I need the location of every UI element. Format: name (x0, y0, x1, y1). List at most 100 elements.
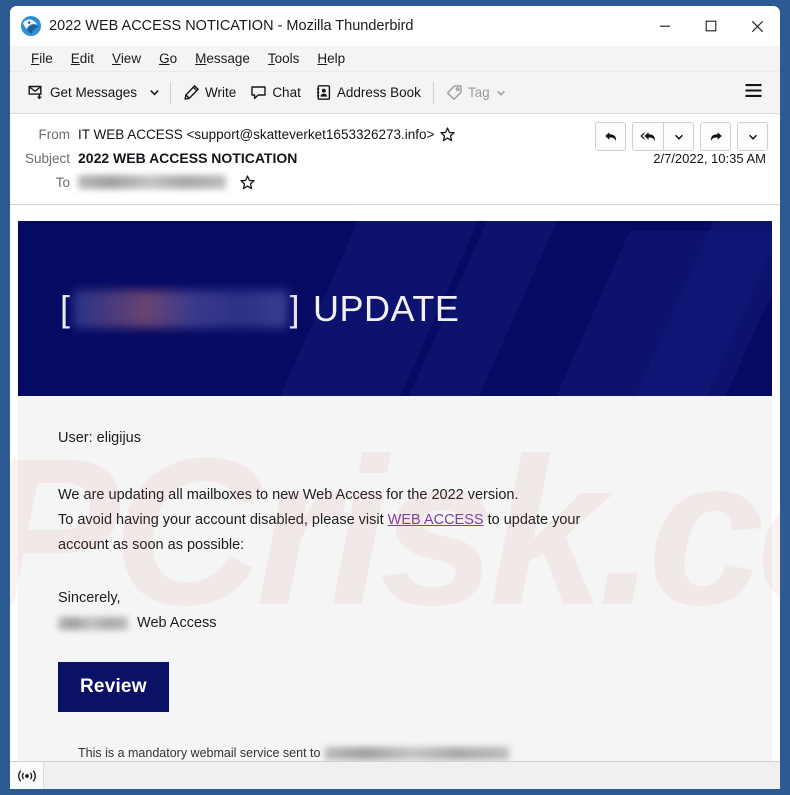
menu-help-accesskey: H (317, 51, 328, 66)
menu-go[interactable]: Go (150, 49, 186, 68)
menu-edit-accesskey: E (70, 51, 80, 66)
pencil-icon (183, 84, 200, 101)
subject-label: Subject (24, 150, 70, 166)
user-line: User: eligijus (58, 430, 141, 446)
reply-menu-chevron-button[interactable] (663, 122, 694, 151)
menu-go-label: o (169, 51, 178, 66)
signoff-line: Sincerely, (58, 590, 121, 606)
review-button[interactable]: Review (58, 662, 169, 712)
get-messages-label: Get Messages (50, 85, 138, 100)
thunderbird-icon (20, 15, 42, 37)
thunderbird-window: 2022 WEB ACCESS NOTICATION - Mozilla Thu… (10, 6, 780, 789)
email-footer: This is a mandatory webmail service sent… (58, 746, 732, 761)
get-messages-icon (27, 84, 45, 102)
main-toolbar: Get Messages Write Chat Address Book Tag (10, 72, 780, 114)
menu-tools-accesskey: T (267, 51, 275, 66)
toolbar-separator-1 (170, 81, 172, 104)
to-row: To (10, 170, 780, 194)
footer-email-redacted (325, 746, 510, 760)
subject-value: 2022 WEB ACCESS NOTICATION (78, 150, 298, 166)
paragraph-line-3: account as soon as possible: (58, 537, 245, 553)
menu-edit-label: dit (79, 51, 95, 66)
write-label: Write (205, 85, 237, 100)
menu-file[interactable]: File (22, 49, 62, 68)
from-value[interactable]: IT WEB ACCESS <support@skatteverket16533… (78, 126, 456, 142)
message-header: From IT WEB ACCESS <support@skatteverket… (10, 114, 780, 205)
paragraph-line-2-pre: To avoid having your account disabled, p… (58, 512, 388, 528)
paragraph-line-1: We are updating all mailboxes to new Web… (58, 487, 519, 503)
forward-button[interactable] (700, 122, 731, 151)
menu-view[interactable]: View (103, 49, 150, 68)
menu-help[interactable]: Help (308, 49, 354, 68)
to-label: To (55, 174, 70, 190)
close-button[interactable] (734, 6, 780, 46)
address-book-button[interactable]: Address Book (308, 80, 428, 105)
reply-button[interactable] (595, 122, 626, 151)
from-address: IT WEB ACCESS <support@skatteverket16533… (78, 126, 435, 142)
menu-message[interactable]: Message (186, 49, 259, 68)
menu-message-accesskey: M (195, 51, 207, 66)
menu-go-accesskey: G (159, 51, 170, 66)
menu-file-label: ile (39, 51, 53, 66)
menu-tools[interactable]: Tools (259, 49, 309, 68)
message-action-buttons (589, 122, 768, 151)
reply-all-button[interactable] (632, 122, 663, 151)
chat-label: Chat (272, 85, 301, 100)
web-access-link[interactable]: WEB ACCESS (388, 512, 484, 528)
message-date: 2/7/2022, 10:35 AM (653, 150, 766, 166)
window-title: 2022 WEB ACCESS NOTICATION - Mozilla Thu… (49, 18, 414, 34)
minimize-button[interactable] (642, 6, 688, 46)
email-body-text: User: eligijus We are updating all mailb… (18, 396, 772, 761)
get-messages-button[interactable]: Get Messages (20, 80, 144, 106)
menu-bar: File Edit View Go Message Tools Help (10, 46, 780, 72)
title-bar: 2022 WEB ACCESS NOTICATION - Mozilla Thu… (10, 6, 780, 46)
chat-button[interactable]: Chat (243, 80, 308, 105)
menu-help-label: elp (327, 51, 346, 66)
tag-dropdown-chevron-icon[interactable] (495, 87, 507, 99)
window-controls (642, 6, 780, 46)
write-button[interactable]: Write (176, 80, 243, 105)
signature-name-redacted (58, 616, 128, 630)
broadcast-icon[interactable] (10, 761, 44, 789)
hamburger-icon (744, 82, 763, 103)
address-book-icon (315, 84, 332, 101)
banner-bracket-open: [ (60, 287, 71, 329)
footer-line: This is a mandatory webmail service sent… (78, 746, 692, 761)
banner-bracket-close: ] (289, 287, 301, 329)
menu-edit[interactable]: Edit (62, 49, 103, 68)
from-star-icon[interactable] (440, 126, 456, 142)
message-body-pane[interactable]: [ ] UPDATE User: eligijus We are updatin… (10, 205, 780, 761)
maximize-button[interactable] (688, 6, 734, 46)
signature-line: Web Access (58, 611, 732, 636)
app-menu-button[interactable] (739, 77, 768, 108)
to-value[interactable] (78, 174, 255, 190)
get-messages-dropdown[interactable] (144, 82, 165, 103)
banner-title: [ ] UPDATE (60, 288, 459, 330)
tag-button[interactable]: Tag (439, 80, 514, 105)
paragraph-line-2-post: to update your (483, 512, 581, 528)
from-label: From (38, 126, 71, 142)
banner-title-suffix: UPDATE (313, 287, 460, 329)
menu-message-label: essage (206, 51, 250, 66)
tag-label: Tag (467, 85, 490, 100)
signature-suffix: Web Access (137, 615, 217, 631)
paragraph-line-2: To avoid having your account disabled, p… (58, 508, 732, 533)
to-star-icon[interactable] (240, 174, 255, 190)
menu-tools-label: ools (274, 51, 300, 66)
phishing-email-content: [ ] UPDATE User: eligijus We are updatin… (18, 221, 772, 761)
tag-icon (446, 84, 463, 101)
status-bar (10, 761, 780, 789)
toolbar-separator-2 (432, 81, 434, 104)
menu-file-accesskey: F (31, 51, 40, 66)
banner-brand-redacted (72, 289, 288, 328)
footer-text: This is a mandatory webmail service sent… (78, 746, 321, 760)
address-book-label: Address Book (336, 85, 421, 100)
more-actions-chevron-button[interactable] (737, 122, 768, 151)
menu-view-accesskey: V (112, 51, 121, 66)
menu-view-label: iew (120, 51, 142, 66)
to-address-redacted (78, 175, 226, 189)
email-banner: [ ] UPDATE (18, 221, 772, 396)
chat-bubble-icon (250, 84, 267, 101)
